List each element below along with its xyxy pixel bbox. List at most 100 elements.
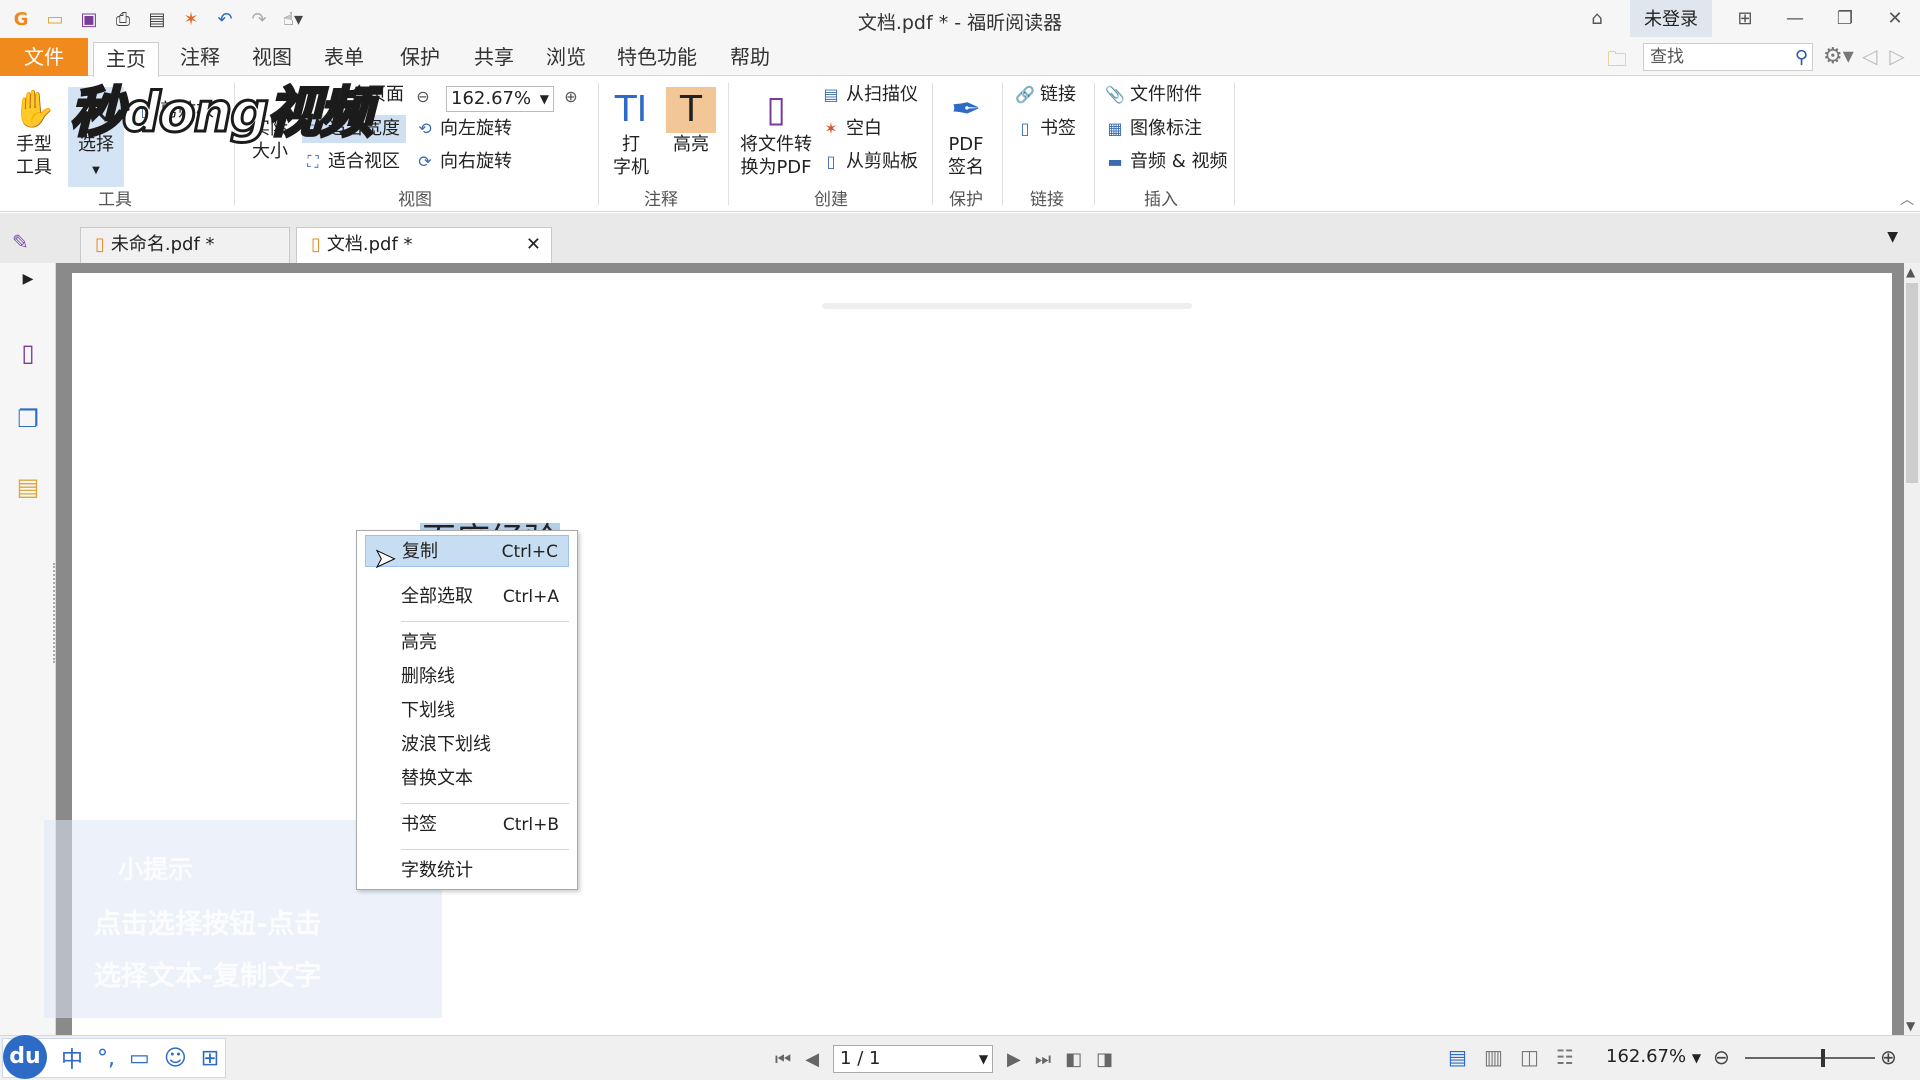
- pdf-icon: ▯: [95, 234, 105, 255]
- layers-icon[interactable]: ❐: [12, 405, 44, 437]
- hand-icon: ✋: [11, 89, 57, 130]
- restore-button[interactable]: ❐: [1820, 0, 1870, 36]
- page-thumbnails-icon[interactable]: ▯: [12, 339, 44, 371]
- zoom-out-icon[interactable]: ⊖: [1713, 1045, 1730, 1069]
- ime-language[interactable]: 中: [61, 1042, 83, 1074]
- single-page-view-icon[interactable]: ▤: [1448, 1045, 1467, 1069]
- tip-title: 小提示: [118, 855, 194, 884]
- prev-page-icon[interactable]: ◀: [805, 1049, 819, 1070]
- sidebar-toggle-icon[interactable]: ✎: [12, 230, 29, 254]
- fit-view-button[interactable]: ⛶ 适合视区: [302, 148, 400, 176]
- pdf-sign-button[interactable]: ✒ PDF 签名: [940, 87, 992, 179]
- bookmark-shortcut: Ctrl+B: [502, 815, 559, 835]
- from-clipboard-button[interactable]: ▯ 从剪贴板: [820, 148, 918, 176]
- menu-share[interactable]: 共享: [462, 38, 526, 76]
- baidu-ime-logo[interactable]: du: [3, 1035, 47, 1079]
- folder-search-icon[interactable]: 🗀: [1607, 45, 1627, 79]
- continuous-view-icon[interactable]: ▥: [1484, 1045, 1503, 1069]
- hand-tool-button[interactable]: ✋ 手型 工具: [8, 87, 60, 179]
- tab-untitled[interactable]: ▯ 未命名.pdf *: [80, 227, 290, 263]
- word-count-label: 字数统计: [401, 860, 473, 881]
- rotate-left-label: 向左旋转: [440, 118, 512, 139]
- next-page-icon[interactable]: ▶: [1007, 1049, 1021, 1070]
- menu-help[interactable]: 帮助: [718, 38, 782, 76]
- close-tab-icon[interactable]: ✕: [526, 228, 541, 262]
- zoom-slider-thumb[interactable]: [1821, 1049, 1825, 1067]
- menu-item-select-all[interactable]: 全部选取 Ctrl+A: [365, 581, 569, 613]
- facing-view-icon[interactable]: ◫: [1520, 1045, 1539, 1069]
- link-button[interactable]: 🔗 链接: [1014, 81, 1076, 109]
- user-icon[interactable]: ☺: [164, 1046, 187, 1071]
- audio-video-button[interactable]: ▬ 音频 & 视频: [1104, 148, 1227, 176]
- punctuation-icon[interactable]: °,: [97, 1046, 115, 1071]
- vertical-scrollbar[interactable]: ▲ ▼: [1904, 263, 1920, 1035]
- collapse-ribbon-icon[interactable]: ︿: [1900, 189, 1914, 209]
- grid-icon[interactable]: ⊞: [201, 1046, 219, 1071]
- menu-item-strikeout[interactable]: 删除线: [365, 661, 569, 693]
- bookmark-icon: ▯: [1020, 119, 1030, 138]
- pen-icon: ✒: [950, 89, 982, 130]
- gear-icon[interactable]: ⚙▾: [1823, 44, 1854, 69]
- skin-icon[interactable]: ⌂: [1572, 0, 1622, 36]
- bookmark-button[interactable]: ▯ 书签: [1014, 115, 1076, 143]
- zoom-in-icon[interactable]: ⊕: [560, 83, 586, 111]
- tab-document[interactable]: ▯ 文档.pdf * ✕: [296, 227, 552, 263]
- menu-protect[interactable]: 保护: [388, 38, 452, 76]
- continuous-facing-view-icon[interactable]: ☷: [1556, 1045, 1574, 1069]
- zoom-out-icon[interactable]: ⊖: [412, 83, 438, 111]
- status-bar: du 中 °, ▭ ☺ ⊞ ⏮ ◀ 1 / 1 ▼ ▶ ⏭ ◧ ◨ ▤ ▥ ◫ ☷…: [0, 1035, 1920, 1080]
- rotate-left-button[interactable]: ⟲ 向左旋转: [414, 115, 512, 143]
- typewriter-button[interactable]: TI 打 字机: [606, 87, 656, 179]
- comments-icon[interactable]: ▤: [12, 473, 44, 505]
- blank-button[interactable]: ✶ 空白: [820, 115, 882, 143]
- tab-list-dropdown-icon[interactable]: ▼: [1887, 229, 1898, 245]
- close-button[interactable]: ✕: [1870, 0, 1920, 36]
- ribbon-nav-arrows-icon[interactable]: ◁▷: [1862, 44, 1917, 68]
- fit-view-icon: ⛶: [307, 152, 319, 171]
- search-input[interactable]: 查找 ⚲: [1643, 43, 1813, 71]
- expand-panel-icon[interactable]: ▶: [12, 271, 44, 303]
- menu-features[interactable]: 特色功能: [605, 38, 709, 76]
- scroll-down-icon[interactable]: ▼: [1906, 1019, 1915, 1033]
- menu-item-underline[interactable]: 下划线: [365, 695, 569, 727]
- last-page-icon[interactable]: ⏭: [1035, 1049, 1051, 1070]
- menu-item-highlight[interactable]: 高亮: [365, 627, 569, 659]
- blank-label: 空白: [846, 118, 882, 139]
- image-annot-label: 图像标注: [1130, 118, 1202, 139]
- highlight-icon: T: [666, 87, 716, 133]
- media-icon: ▬: [1107, 152, 1123, 171]
- next-view-icon[interactable]: ◨: [1096, 1049, 1113, 1070]
- keyboard-icon[interactable]: ▭: [129, 1046, 150, 1071]
- layout-icon[interactable]: ⊞: [1720, 0, 1770, 36]
- page-number-field[interactable]: 1 / 1 ▼: [833, 1045, 994, 1073]
- pdf-icon: ▯: [311, 234, 321, 255]
- image-icon: ▦: [1107, 119, 1123, 138]
- convert-to-pdf-button[interactable]: ▯ 将文件转 换为PDF: [738, 87, 814, 179]
- menu-item-replace-text[interactable]: 替换文本: [365, 763, 569, 795]
- zoom-in-icon[interactable]: ⊕: [1880, 1045, 1897, 1069]
- zoom-slider[interactable]: [1745, 1049, 1875, 1067]
- highlight-button[interactable]: T 高亮: [666, 87, 716, 156]
- image-annotation-button[interactable]: ▦ 图像标注: [1104, 115, 1202, 143]
- menu-item-word-count[interactable]: 字数统计: [365, 855, 569, 887]
- menu-item-squiggly[interactable]: 波浪下划线: [365, 729, 569, 761]
- status-zoom-level[interactable]: 162.67% ▼: [1606, 1046, 1701, 1067]
- squiggly-label: 波浪下划线: [401, 734, 491, 755]
- minimize-button[interactable]: —: [1770, 0, 1820, 36]
- menu-item-bookmark[interactable]: 书签 Ctrl+B: [365, 809, 569, 841]
- convert-pdf-label: 将文件转 换为PDF: [740, 134, 812, 178]
- from-scanner-button[interactable]: ▤ 从扫描仪: [820, 81, 918, 109]
- rotate-right-button[interactable]: ⟳ 向右旋转: [414, 148, 512, 176]
- tab-label: 未命名.pdf *: [110, 234, 215, 255]
- zoom-select[interactable]: 162.67% ▼: [446, 86, 554, 112]
- rotate-left-icon: ⟲: [418, 119, 432, 138]
- search-icon[interactable]: ⚲: [1795, 45, 1808, 71]
- scroll-thumb[interactable]: [1906, 283, 1918, 483]
- scroll-up-icon[interactable]: ▲: [1906, 265, 1915, 279]
- menu-browse[interactable]: 浏览: [534, 38, 598, 76]
- login-button[interactable]: 未登录: [1630, 0, 1712, 37]
- file-attachment-button[interactable]: 📎 文件附件: [1104, 81, 1202, 109]
- first-page-icon[interactable]: ⏮: [775, 1049, 791, 1070]
- search-placeholder: 查找: [1650, 47, 1684, 67]
- previous-view-icon[interactable]: ◧: [1065, 1049, 1082, 1070]
